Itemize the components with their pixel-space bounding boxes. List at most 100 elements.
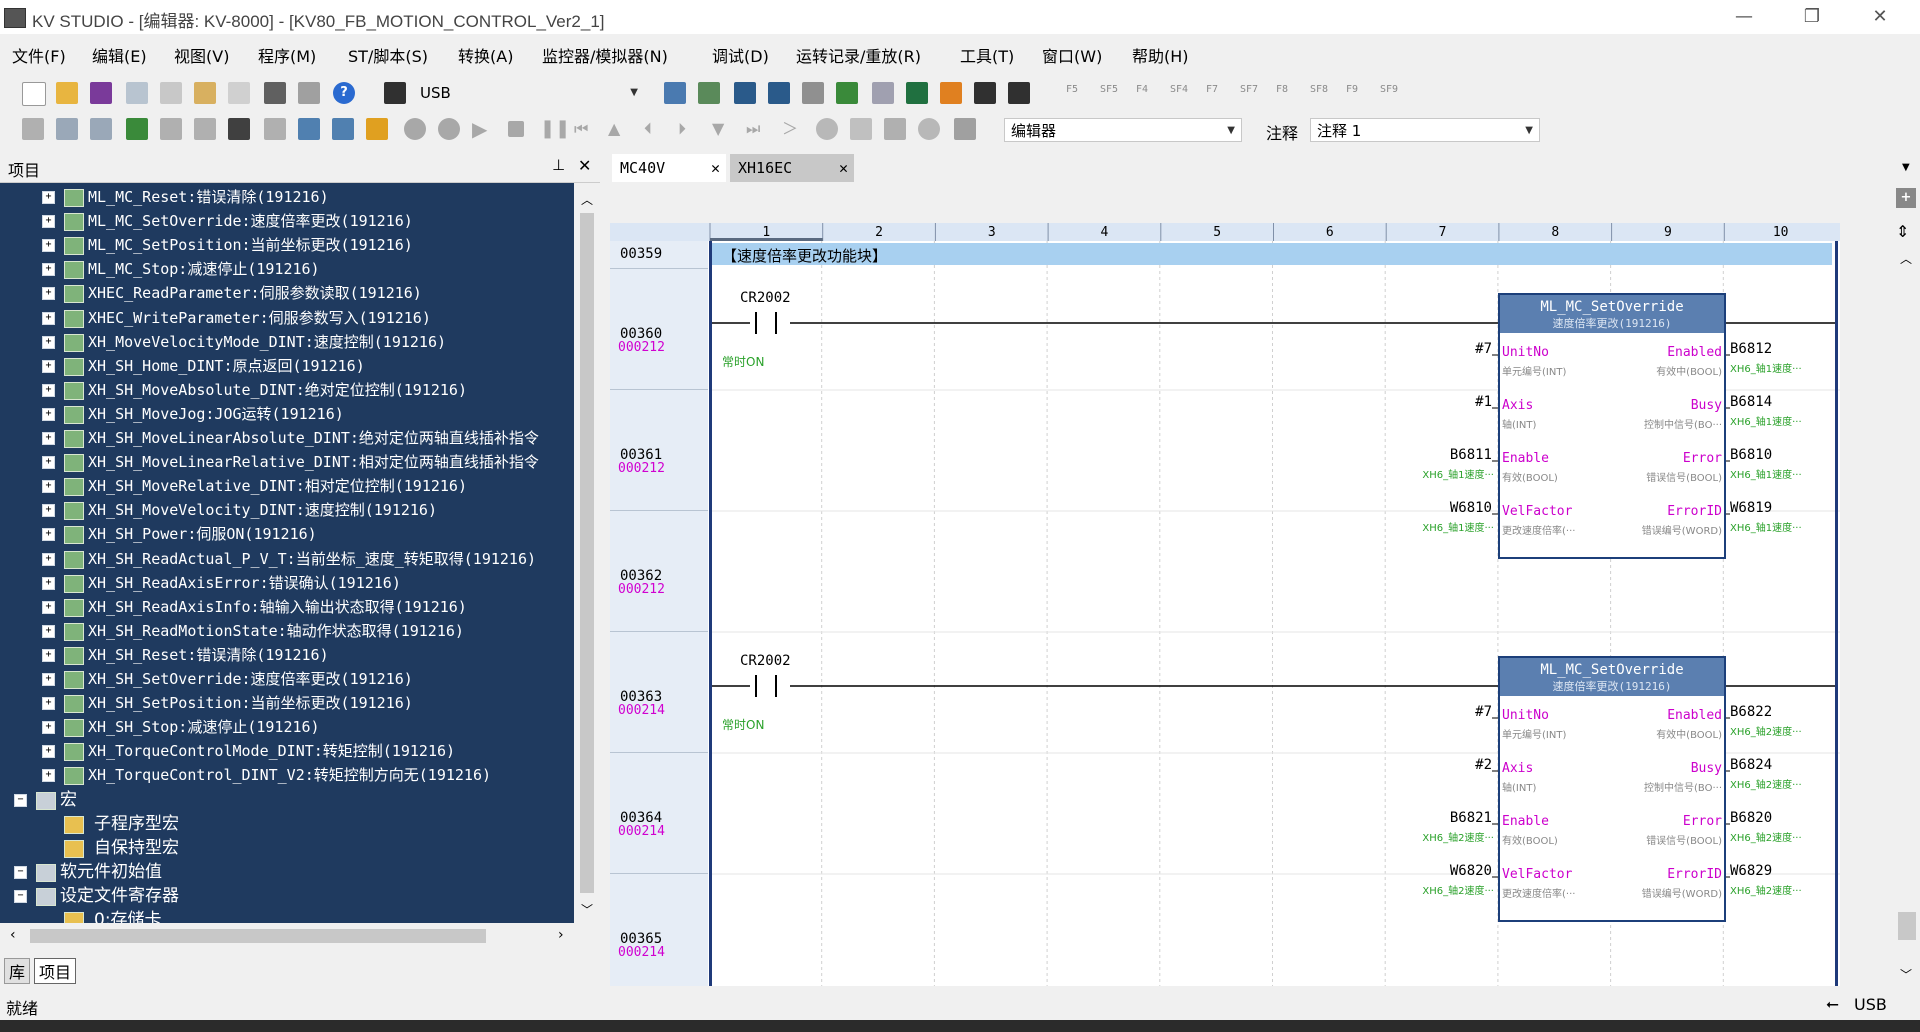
restore-button[interactable]: ❐: [1782, 0, 1842, 34]
scroll-up-icon[interactable]: ︿: [581, 191, 593, 208]
fb-output-device[interactable]: B6810: [1730, 447, 1772, 463]
expand-icon[interactable]: +: [42, 552, 55, 566]
branch-icon[interactable]: [264, 118, 286, 140]
fb-input-device[interactable]: #1: [1475, 394, 1492, 410]
pane-close-icon[interactable]: ✕: [578, 156, 591, 175]
watch2-icon[interactable]: [332, 118, 354, 140]
expand-icon[interactable]: +: [42, 697, 55, 711]
watch-icon[interactable]: [298, 118, 320, 140]
connection-select[interactable]: USB ▼: [414, 81, 644, 105]
add-window-icon[interactable]: +: [1896, 188, 1916, 208]
function-block[interactable]: ML_MC_SetOverride 速度倍率更改(191216) UnitNo 单元编…: [1498, 293, 1726, 559]
menu-view[interactable]: 视图(V): [174, 43, 229, 67]
fb-output-device[interactable]: B6820: [1730, 810, 1772, 826]
contact-device[interactable]: CR2002: [740, 653, 791, 669]
rewind-icon[interactable]: ⏮: [574, 118, 596, 140]
close-button[interactable]: ✕: [1850, 0, 1910, 34]
comment-select[interactable]: 注释 1 ▼: [1310, 118, 1540, 142]
expand-icon[interactable]: +: [42, 359, 55, 373]
verify-icon[interactable]: [768, 82, 790, 104]
pen-icon[interactable]: [22, 118, 44, 140]
fb-output-device[interactable]: B6812: [1730, 341, 1772, 357]
step-back-icon[interactable]: ⏴: [644, 118, 666, 140]
row-number-cell[interactable]: 00363 000214: [610, 632, 708, 753]
menu-program[interactable]: 程序(M): [258, 43, 316, 67]
scan-icon[interactable]: [954, 118, 976, 140]
list-icon[interactable]: [56, 118, 78, 140]
properties-icon[interactable]: [228, 82, 250, 104]
fb-input-device[interactable]: W6820: [1450, 863, 1492, 879]
fb-input-device[interactable]: B6811: [1450, 447, 1492, 463]
hscroll-thumb[interactable]: [30, 929, 486, 943]
expand-icon[interactable]: +: [42, 215, 55, 229]
row-number-cell[interactable]: 00364 000214: [610, 753, 708, 874]
fb-output-device[interactable]: B6824: [1730, 757, 1772, 773]
menu-record[interactable]: 运转记录/重放(R): [796, 43, 921, 67]
fb-output-device[interactable]: W6819: [1730, 500, 1772, 516]
fb-input-device[interactable]: B6821: [1450, 810, 1492, 826]
tree-horizontal-scrollbar[interactable]: ‹ ›: [0, 925, 600, 949]
editor-scroll-down-icon[interactable]: ﹀: [1900, 966, 1912, 983]
menu-tools[interactable]: 工具(T): [960, 43, 1014, 67]
menu-edit[interactable]: 编辑(E): [92, 43, 147, 67]
expand-icon[interactable]: +: [42, 239, 55, 253]
row-number-cell[interactable]: 00360 000212: [610, 269, 708, 390]
expand-icon[interactable]: +: [42, 263, 55, 277]
paste-project-icon[interactable]: [194, 82, 216, 104]
open-folder-icon[interactable]: [56, 82, 78, 104]
expand-icon[interactable]: +: [42, 383, 55, 397]
play-icon[interactable]: ▶: [472, 118, 494, 140]
plc-connection-icon[interactable]: [384, 82, 406, 104]
tab-library[interactable]: 库: [4, 958, 31, 984]
dev-icon[interactable]: [974, 82, 996, 104]
expand-icon[interactable]: +: [42, 287, 55, 301]
fkey-f7[interactable]: F7: [1206, 84, 1218, 95]
help-icon[interactable]: ?: [333, 82, 355, 104]
fkey-sf4[interactable]: SF4: [1170, 84, 1188, 95]
transfer-icon[interactable]: [664, 82, 686, 104]
row-number-cell[interactable]: 00365 000214: [610, 874, 708, 986]
write-plc-icon[interactable]: [734, 82, 756, 104]
expand-icon[interactable]: +: [42, 648, 55, 662]
tab-close-icon[interactable]: ✕: [711, 154, 720, 182]
expand-icon[interactable]: +: [42, 721, 55, 735]
fb-input-device[interactable]: #2: [1475, 757, 1492, 773]
tab-project[interactable]: 项目: [34, 958, 77, 984]
expand-icon[interactable]: +: [42, 624, 55, 638]
halt-icon[interactable]: [816, 118, 838, 140]
register-table-icon[interactable]: [906, 82, 928, 104]
menu-debug[interactable]: 调试(D): [712, 43, 769, 67]
checklist-icon[interactable]: [126, 118, 148, 140]
step-up-icon[interactable]: ▲: [608, 118, 630, 140]
hand-icon[interactable]: [850, 118, 872, 140]
expand-icon[interactable]: +: [42, 600, 55, 614]
expand-icon[interactable]: +: [42, 407, 55, 421]
tab-list-chevron-icon[interactable]: ▼: [1902, 162, 1910, 173]
collapse-icon[interactable]: −: [14, 889, 27, 903]
stop-icon[interactable]: [508, 121, 524, 137]
row-number-cell[interactable]: 00362 000212: [610, 511, 708, 632]
breakpoint-icon[interactable]: [366, 118, 388, 140]
tree-vertical-scrollbar[interactable]: ︿ ﹀: [576, 183, 598, 923]
expand-icon[interactable]: +: [42, 745, 55, 759]
search-icon[interactable]: [802, 82, 824, 104]
expand-icon[interactable]: +: [42, 769, 55, 783]
tab-close-icon[interactable]: ✕: [839, 154, 848, 182]
fb-output-device[interactable]: B6822: [1730, 704, 1772, 720]
fkey-sf5[interactable]: SF5: [1100, 84, 1118, 95]
print-setup-icon[interactable]: [126, 82, 148, 104]
monitor-icon[interactable]: [836, 82, 858, 104]
expand-icon[interactable]: +: [42, 191, 55, 204]
editor-scroll-thumb[interactable]: [1898, 912, 1916, 940]
print-icon[interactable]: [264, 82, 286, 104]
collapse-icon[interactable]: −: [14, 793, 27, 807]
grid-icon[interactable]: [194, 118, 216, 140]
menu-file[interactable]: 文件(F): [12, 43, 66, 67]
function-block[interactable]: ML_MC_SetOverride 速度倍率更改(191216) UnitNo 单元编…: [1498, 656, 1726, 922]
collapse-icon[interactable]: −: [14, 865, 27, 879]
minimize-button[interactable]: —: [1714, 0, 1774, 34]
fb-input-device[interactable]: W6810: [1450, 500, 1492, 516]
save-icon[interactable]: [90, 82, 112, 104]
tab-xh16ec[interactable]: XH16EC ✕: [730, 154, 854, 182]
read-plc-icon[interactable]: [698, 82, 720, 104]
